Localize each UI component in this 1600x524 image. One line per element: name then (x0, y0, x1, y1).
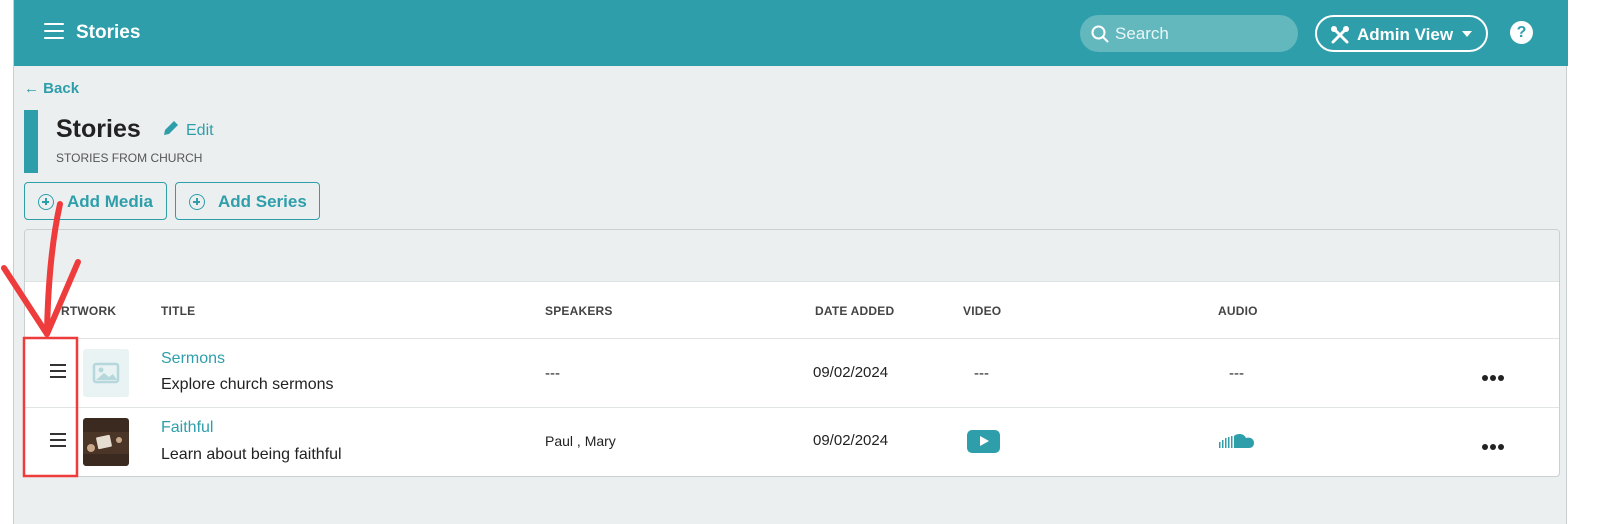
pencil-icon (164, 121, 178, 135)
row-title-link[interactable]: Faithful (161, 419, 213, 437)
media-table: RTWORK TITLE SPEAKERS DATE ADDED VIDEO A… (24, 229, 1560, 477)
add-media-label: Add Media (67, 192, 153, 211)
admin-view-dropdown[interactable]: Admin View (1315, 15, 1488, 52)
title-accent-bar (24, 110, 38, 173)
admin-view-label: Admin View (1357, 25, 1454, 44)
youtube-icon[interactable] (967, 430, 1000, 453)
row-title-link[interactable]: Sermons (161, 350, 225, 368)
add-series-button[interactable]: Add Series (175, 182, 320, 220)
edit-button[interactable]: Edit (162, 119, 214, 140)
row-speakers: Paul , Mary (545, 433, 616, 449)
column-header-title: TITLE (161, 304, 196, 318)
drag-handle-icon[interactable] (50, 433, 66, 447)
row-description: Explore church sermons (161, 376, 334, 393)
plus-circle-icon (189, 194, 205, 210)
table-toolbar (25, 230, 1559, 282)
row-date-added: 09/02/2024 (813, 364, 889, 381)
arrow-left-icon: ← (24, 80, 44, 97)
add-series-label: Add Series (218, 192, 307, 211)
row-speakers: --- (545, 365, 560, 382)
tools-icon (1331, 26, 1349, 44)
row-audio: --- (1229, 365, 1244, 382)
page-title: Stories (56, 115, 141, 143)
search-input[interactable] (1115, 15, 1290, 52)
row-date-added: 09/02/2024 (813, 432, 889, 449)
app-frame: Stories Admin View ? ← Back Stories Edit… (13, 0, 1568, 524)
soundcloud-icon[interactable] (1219, 433, 1259, 449)
top-bar: Stories Admin View ? (14, 0, 1568, 66)
more-options-icon[interactable] (1482, 368, 1508, 381)
back-link[interactable]: ← Back (24, 80, 79, 97)
drag-handle-icon[interactable] (50, 364, 66, 378)
help-icon[interactable]: ? (1510, 21, 1533, 44)
add-media-button[interactable]: Add Media (24, 182, 167, 220)
artwork-placeholder-icon (83, 349, 129, 397)
app-title: Stories (76, 22, 141, 43)
page-subtitle: STORIES FROM CHURCH (56, 151, 203, 165)
column-header-audio: AUDIO (1218, 304, 1258, 318)
search-icon (1091, 25, 1109, 43)
column-header-speakers: SPEAKERS (545, 304, 613, 318)
back-label: Back (43, 80, 80, 97)
column-header-date-added: DATE ADDED (815, 304, 895, 318)
artwork-thumbnail (83, 418, 129, 466)
plus-circle-icon (38, 194, 54, 210)
edit-label: Edit (186, 122, 214, 139)
column-header-artwork: RTWORK (61, 304, 117, 318)
table-row[interactable]: Faithful Learn about being faithful Paul… (25, 407, 1559, 476)
hamburger-menu-icon[interactable] (44, 23, 64, 41)
row-video: --- (974, 365, 989, 382)
column-header-video: VIDEO (963, 304, 1002, 318)
caret-down-icon (1462, 31, 1472, 37)
more-options-icon[interactable] (1482, 437, 1508, 450)
row-description: Learn about being faithful (161, 446, 342, 463)
search-box[interactable] (1080, 15, 1298, 52)
table-row[interactable]: Sermons Explore church sermons --- 09/02… (25, 338, 1559, 407)
